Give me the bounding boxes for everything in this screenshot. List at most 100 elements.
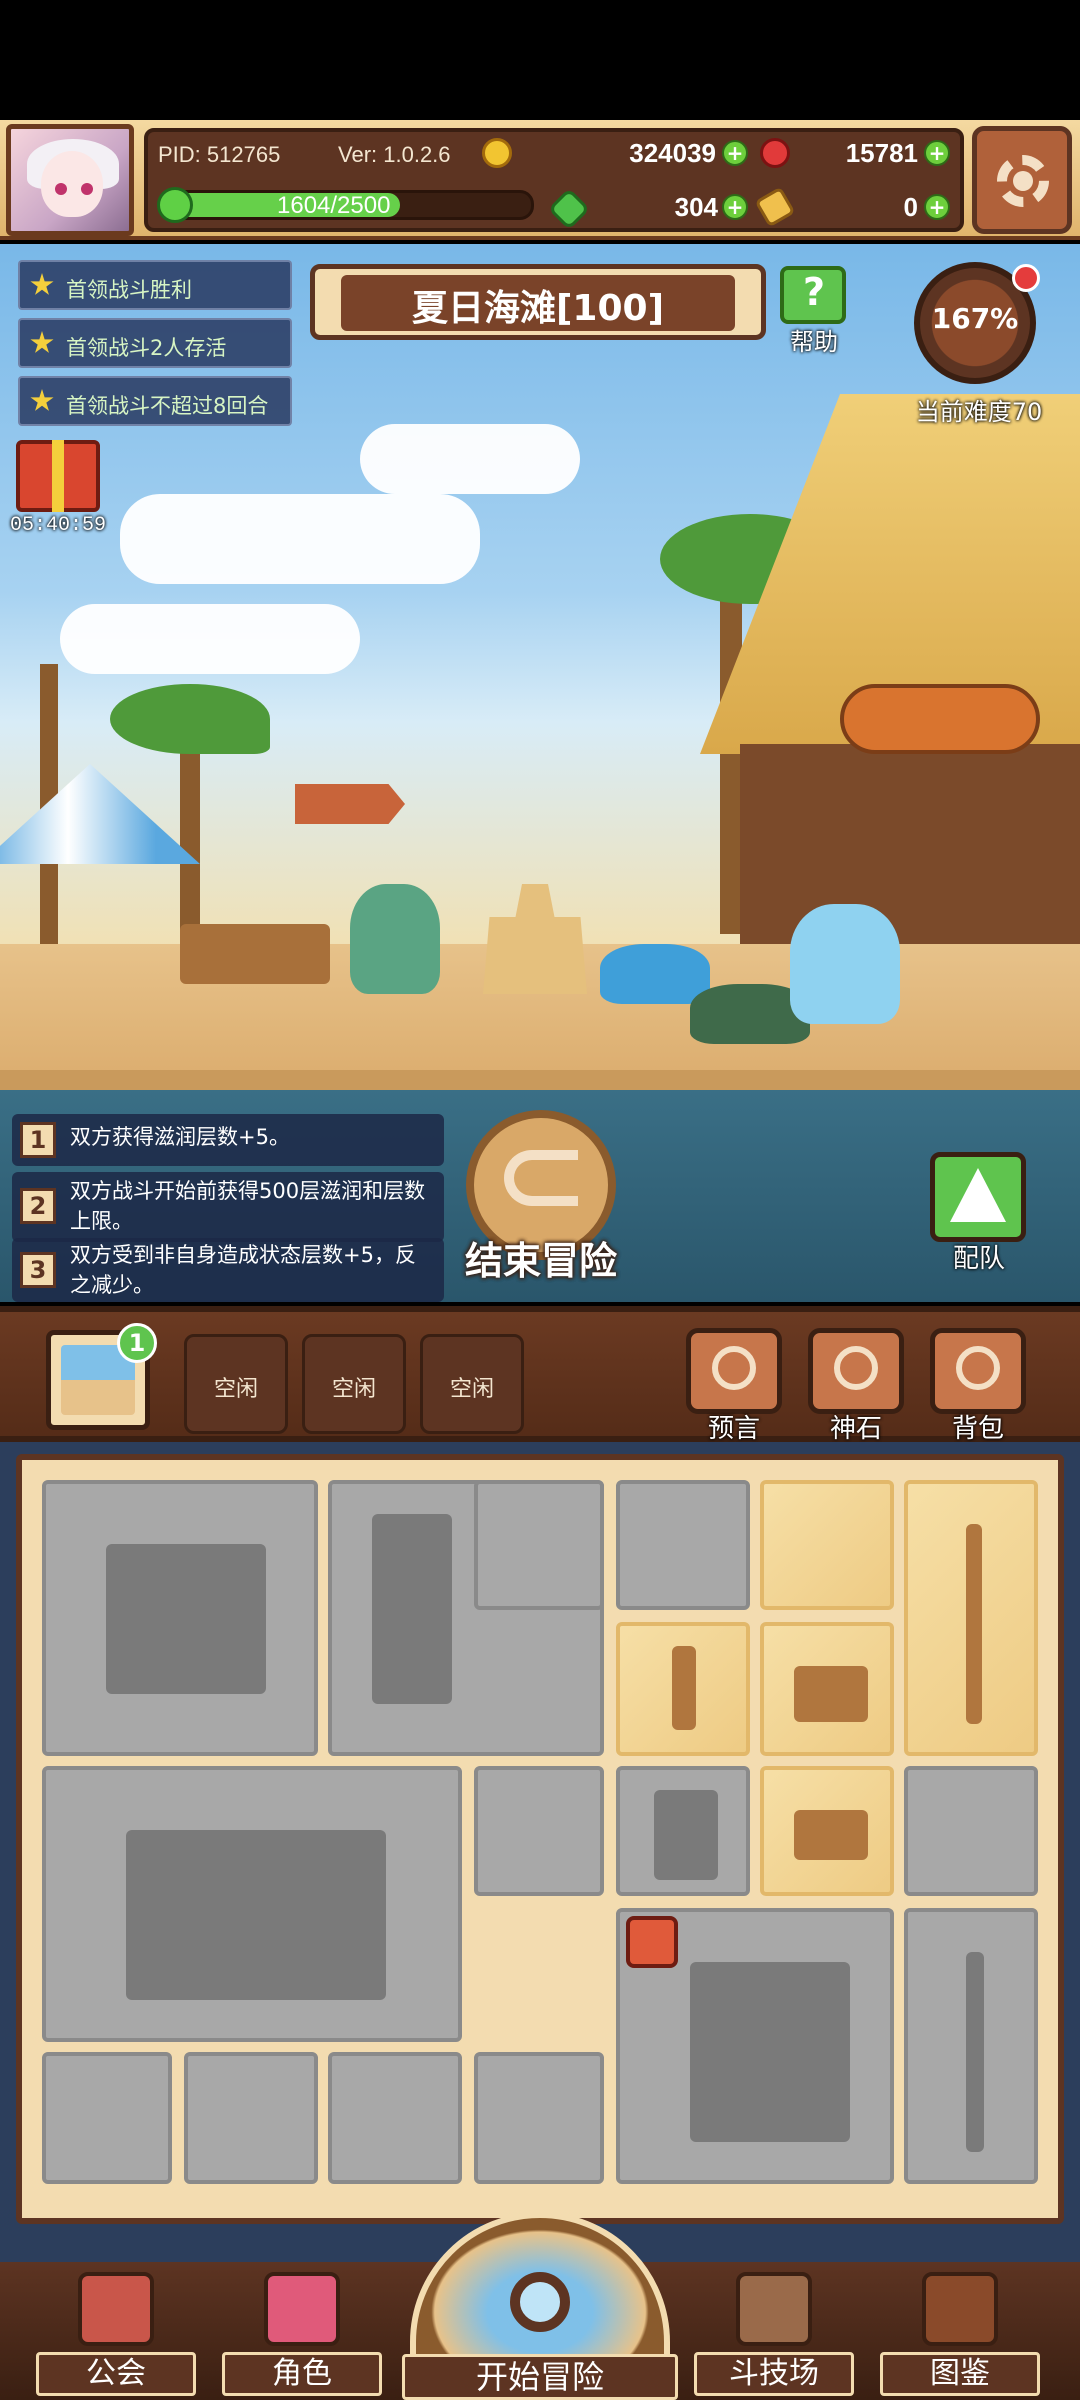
bottom-nav: 公会 角色 开始冒险 斗技场 图鉴 [0, 2212, 1080, 2400]
nav-character[interactable]: 角色 [222, 2272, 382, 2400]
map-tile[interactable] [184, 2052, 318, 2184]
battle-scene: 首领战斗胜利 首领战斗2人存活 首领战斗不超过8回合 夏日海滩[100] ? 帮… [0, 244, 1080, 1114]
active-slot[interactable]: 1 [46, 1323, 157, 1430]
prophecy-icon [712, 1346, 756, 1390]
nav-start-label: 开始冒险 [402, 2354, 678, 2400]
map-tile[interactable] [42, 2052, 172, 2184]
guild-icon [78, 2272, 154, 2346]
quest-text: 首领战斗2人存活 [66, 336, 227, 360]
exp-text: 1604/2500 [277, 192, 391, 219]
map-tile-treasure[interactable] [760, 1622, 894, 1756]
map-tile[interactable] [904, 1766, 1038, 1896]
gem-icon [760, 138, 790, 168]
question-mark-icon: ? [802, 270, 826, 314]
boss-character[interactable] [790, 904, 900, 1024]
map-tile-large-slide[interactable] [42, 1766, 462, 2042]
map-tile-dead-palm[interactable] [904, 1908, 1038, 2184]
add-clovers-button[interactable]: + [722, 194, 748, 220]
large-slide-object [126, 1830, 386, 2000]
palm-tree-object [966, 1952, 984, 2152]
top-hud: PID: 512765 Ver: 1.0.2.6 324039 + 15781 … [0, 120, 1080, 240]
quest-item: 首领战斗2人存活 [18, 318, 292, 368]
backpack-icon [956, 1346, 1000, 1390]
beach-umbrella [0, 764, 200, 864]
treasure-stump-object [794, 1666, 868, 1722]
star-icon [30, 389, 54, 411]
map-tile-playground[interactable] [42, 1480, 318, 1756]
map-tile[interactable] [616, 1480, 750, 1610]
return-arrow-icon [504, 1150, 578, 1206]
map-tile-palm[interactable] [904, 1480, 1038, 1756]
difficulty-indicator[interactable]: 167% 当前难度70 [900, 258, 1080, 428]
enemy-water-slime[interactable] [600, 944, 710, 1004]
nav-codex-label: 图鉴 [880, 2352, 1040, 2396]
nav-arena[interactable]: 斗技场 [694, 2272, 854, 2400]
game-version: Ver: 1.0.2.6 [338, 142, 451, 167]
slot-badge: 1 [117, 1323, 157, 1363]
effect-item: 2 双方战斗开始前获得500层滋润和层数上限。 [12, 1172, 444, 1242]
end-adventure-button[interactable]: 结束冒险 [446, 1110, 636, 1286]
character-icon [264, 2272, 340, 2346]
star-icon [30, 331, 54, 353]
stone-tablet-object [654, 1790, 718, 1880]
add-scrolls-button[interactable]: + [924, 194, 950, 220]
divine-stone-icon [834, 1346, 878, 1390]
idle-slot[interactable]: 空闲 [302, 1334, 406, 1434]
nav-codex[interactable]: 图鉴 [880, 2272, 1040, 2400]
effect-text: 双方战斗开始前获得500层滋润和层数上限。 [70, 1179, 426, 1233]
map-tile[interactable] [328, 2052, 462, 2184]
divine-stone-button[interactable]: 神石 [804, 1328, 908, 1444]
signpost [295, 784, 405, 824]
map-tile-explored[interactable] [760, 1480, 894, 1610]
difficulty-percent: 167% [931, 302, 1019, 335]
add-gems-button[interactable]: + [924, 140, 950, 166]
add-coins-button[interactable]: + [722, 140, 748, 166]
nav-guild[interactable]: 公会 [36, 2272, 196, 2400]
palm-tree-leaves [110, 684, 270, 754]
palm-tree-trunk [720, 574, 742, 934]
nav-arena-label: 斗技场 [694, 2352, 854, 2396]
effect-text: 双方获得滋润层数+5。 [70, 1125, 290, 1149]
backpack-button[interactable]: 背包 [926, 1328, 1030, 1444]
scroll-count: 0 [903, 192, 918, 222]
map-tile-tablet[interactable] [616, 1766, 750, 1896]
book-icon [922, 2272, 998, 2346]
team-button[interactable]: 配队 [924, 1152, 1034, 1274]
settings-button[interactable] [972, 126, 1072, 234]
gift-box-button[interactable]: 05:40:59 [10, 440, 106, 544]
difficulty-label: 当前难度70 [915, 398, 1043, 426]
nav-start-adventure[interactable]: 开始冒险 [402, 2212, 678, 2400]
map-tile-shells[interactable] [760, 1766, 894, 1896]
palm-tree-object [966, 1524, 982, 1724]
idle-slot[interactable]: 空闲 [184, 1334, 288, 1434]
exp-icon [157, 187, 193, 223]
quest-text: 首领战斗胜利 [66, 278, 192, 302]
map-tile[interactable] [474, 1766, 604, 1896]
player-info-panel: PID: 512765 Ver: 1.0.2.6 324039 + 15781 … [144, 128, 964, 232]
hero-character[interactable] [350, 884, 440, 994]
team-label: 配队 [952, 1244, 1005, 1274]
player-pid: PID: 512765 [158, 142, 281, 167]
help-label: 帮助 [790, 328, 838, 356]
effect-number: 2 [20, 1188, 56, 1224]
quest-item: 首领战斗不超过8回合 [18, 376, 292, 426]
prophecy-button[interactable]: 预言 [682, 1328, 786, 1444]
exp-bar: 1604/2500 [157, 187, 534, 223]
sword-statue-object [672, 1646, 696, 1730]
fruit-cart [180, 924, 330, 984]
sandcastle [483, 884, 587, 994]
map-tile-sword-statue[interactable] [616, 1622, 750, 1756]
map-tile[interactable] [474, 1480, 604, 1610]
slide-structure [106, 1544, 266, 1694]
gift-ribbon [52, 440, 64, 512]
effect-number: 1 [20, 1122, 56, 1158]
coin-icon [482, 138, 512, 168]
help-button[interactable]: ? 帮助 [774, 266, 854, 356]
avatar-eye [55, 183, 67, 195]
crossed-swords-icon [736, 2272, 812, 2346]
lock-icon [626, 1916, 678, 1968]
stage-title: 夏日海滩[100] [310, 264, 766, 340]
player-avatar[interactable] [6, 124, 134, 236]
idle-slot[interactable]: 空闲 [420, 1334, 524, 1434]
map-tile[interactable] [474, 2052, 604, 2184]
